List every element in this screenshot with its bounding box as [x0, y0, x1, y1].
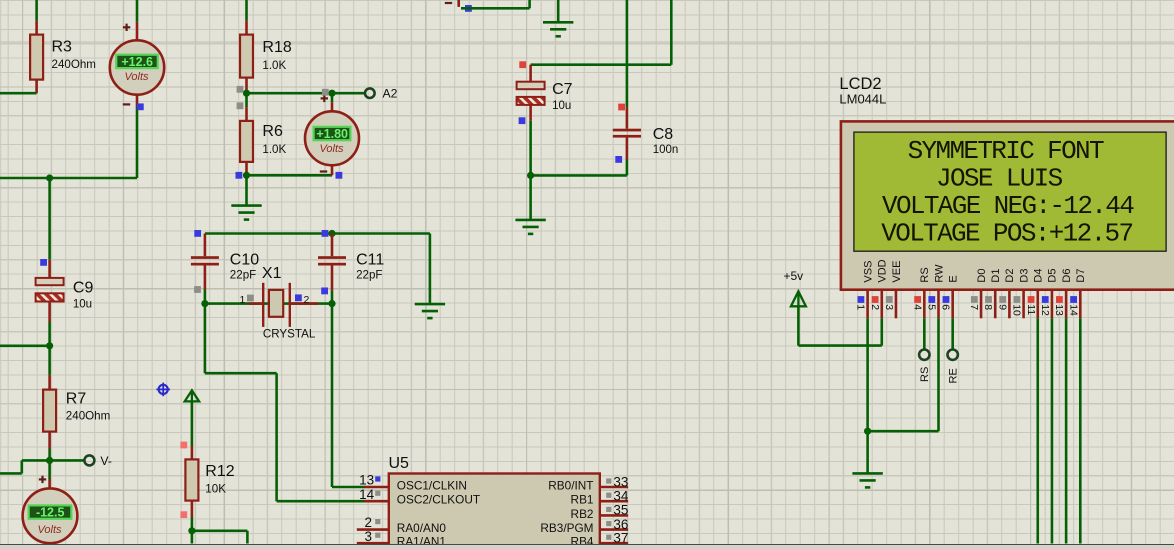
- svg-text:Volts: Volts: [124, 71, 149, 83]
- svg-text:D7: D7: [1075, 269, 1087, 283]
- svg-text:RW: RW: [933, 264, 945, 283]
- svg-text:OSC2/CLKOUT: OSC2/CLKOUT: [397, 493, 480, 507]
- svg-text:VOLTAGE NEG:-12.44: VOLTAGE NEG:-12.44: [882, 191, 1134, 221]
- svg-text:D2: D2: [1004, 269, 1016, 283]
- svg-text:10: 10: [1011, 304, 1023, 316]
- svg-text:VOLTAGE POS:+12.57: VOLTAGE POS:+12.57: [881, 219, 1132, 249]
- svg-text:X1: X1: [262, 265, 282, 282]
- svg-text:14: 14: [359, 487, 375, 502]
- svg-text:C7: C7: [552, 81, 573, 98]
- svg-text:R6: R6: [262, 123, 283, 140]
- svg-text:12: 12: [1039, 304, 1051, 316]
- svg-text:3: 3: [883, 304, 895, 310]
- svg-text:R3: R3: [52, 38, 73, 55]
- svg-text:U5: U5: [389, 455, 410, 472]
- svg-text:10u: 10u: [73, 299, 92, 311]
- svg-text:RA0/AN0: RA0/AN0: [397, 521, 447, 535]
- svg-text:13: 13: [359, 473, 374, 488]
- svg-text:RB0/INT: RB0/INT: [548, 479, 593, 493]
- svg-text:C11: C11: [356, 251, 384, 268]
- svg-text:VDD: VDD: [877, 259, 889, 282]
- svg-text:V-: V-: [100, 454, 112, 468]
- svg-text:9: 9: [996, 304, 1008, 310]
- svg-text:E: E: [947, 275, 959, 282]
- svg-text:LM044L: LM044L: [839, 92, 886, 107]
- svg-text:240Ohm: 240Ohm: [52, 58, 96, 71]
- svg-text:+12.6: +12.6: [121, 55, 153, 69]
- svg-text:A2: A2: [383, 87, 398, 101]
- svg-text:RS: RS: [919, 367, 931, 382]
- svg-text:RB2: RB2: [571, 507, 594, 521]
- svg-text:C10: C10: [230, 251, 259, 268]
- svg-text:10K: 10K: [205, 483, 226, 496]
- svg-text:1.0K: 1.0K: [262, 59, 286, 72]
- svg-text:22pF: 22pF: [230, 268, 256, 281]
- svg-text:VEE: VEE: [891, 261, 903, 283]
- svg-text:240Ohm: 240Ohm: [66, 410, 110, 423]
- svg-text:6: 6: [940, 304, 952, 310]
- svg-text:RB1: RB1: [571, 493, 594, 507]
- svg-text:R12: R12: [205, 463, 234, 480]
- svg-text:4: 4: [911, 304, 923, 310]
- svg-text:JOSE LUIS: JOSE LUIS: [936, 164, 1063, 194]
- svg-text:Volts: Volts: [319, 143, 344, 155]
- svg-text:RB3/PGM: RB3/PGM: [540, 521, 593, 535]
- svg-text:C9: C9: [73, 280, 94, 297]
- svg-text:34: 34: [613, 489, 629, 504]
- svg-text:33: 33: [613, 474, 628, 489]
- svg-text:Volts: Volts: [37, 524, 62, 536]
- svg-text:RS: RS: [919, 267, 931, 282]
- svg-text:1.0K: 1.0K: [262, 143, 286, 156]
- svg-text:-12.5: -12.5: [36, 506, 65, 520]
- svg-text:D1: D1: [990, 269, 1002, 283]
- svg-text:D4: D4: [1033, 269, 1045, 283]
- svg-text:C8: C8: [653, 126, 674, 143]
- svg-text:5: 5: [926, 304, 938, 310]
- svg-text:1: 1: [855, 304, 867, 310]
- svg-text:2: 2: [869, 304, 881, 310]
- svg-text:D6: D6: [1061, 269, 1073, 283]
- svg-text:RE: RE: [947, 368, 959, 383]
- svg-text:R18: R18: [262, 39, 291, 56]
- svg-text:+1.80: +1.80: [316, 127, 348, 141]
- svg-text:11: 11: [1025, 304, 1037, 315]
- svg-text:22pF: 22pF: [356, 268, 382, 281]
- svg-text:OSC1/CLKIN: OSC1/CLKIN: [397, 479, 467, 493]
- svg-text:VSS: VSS: [862, 261, 874, 283]
- svg-text:SYMMETRIC FONT: SYMMETRIC FONT: [908, 136, 1104, 166]
- svg-text:LCD2: LCD2: [839, 75, 881, 93]
- svg-text:R7: R7: [66, 391, 87, 408]
- svg-text:14: 14: [1067, 304, 1079, 316]
- svg-text:3: 3: [364, 529, 372, 544]
- svg-text:8: 8: [982, 304, 994, 310]
- svg-text:+5v: +5v: [784, 269, 804, 283]
- svg-text:7: 7: [968, 304, 980, 310]
- svg-text:13: 13: [1053, 304, 1065, 316]
- svg-text:D0: D0: [976, 269, 988, 283]
- svg-text:2: 2: [304, 294, 310, 306]
- svg-text:10u: 10u: [552, 100, 571, 112]
- svg-text:35: 35: [613, 503, 628, 518]
- svg-text:D3: D3: [1018, 269, 1030, 283]
- svg-text:1: 1: [240, 294, 246, 306]
- svg-text:D5: D5: [1047, 269, 1059, 283]
- svg-text:100n: 100n: [653, 144, 679, 156]
- svg-text:CRYSTAL: CRYSTAL: [263, 328, 316, 341]
